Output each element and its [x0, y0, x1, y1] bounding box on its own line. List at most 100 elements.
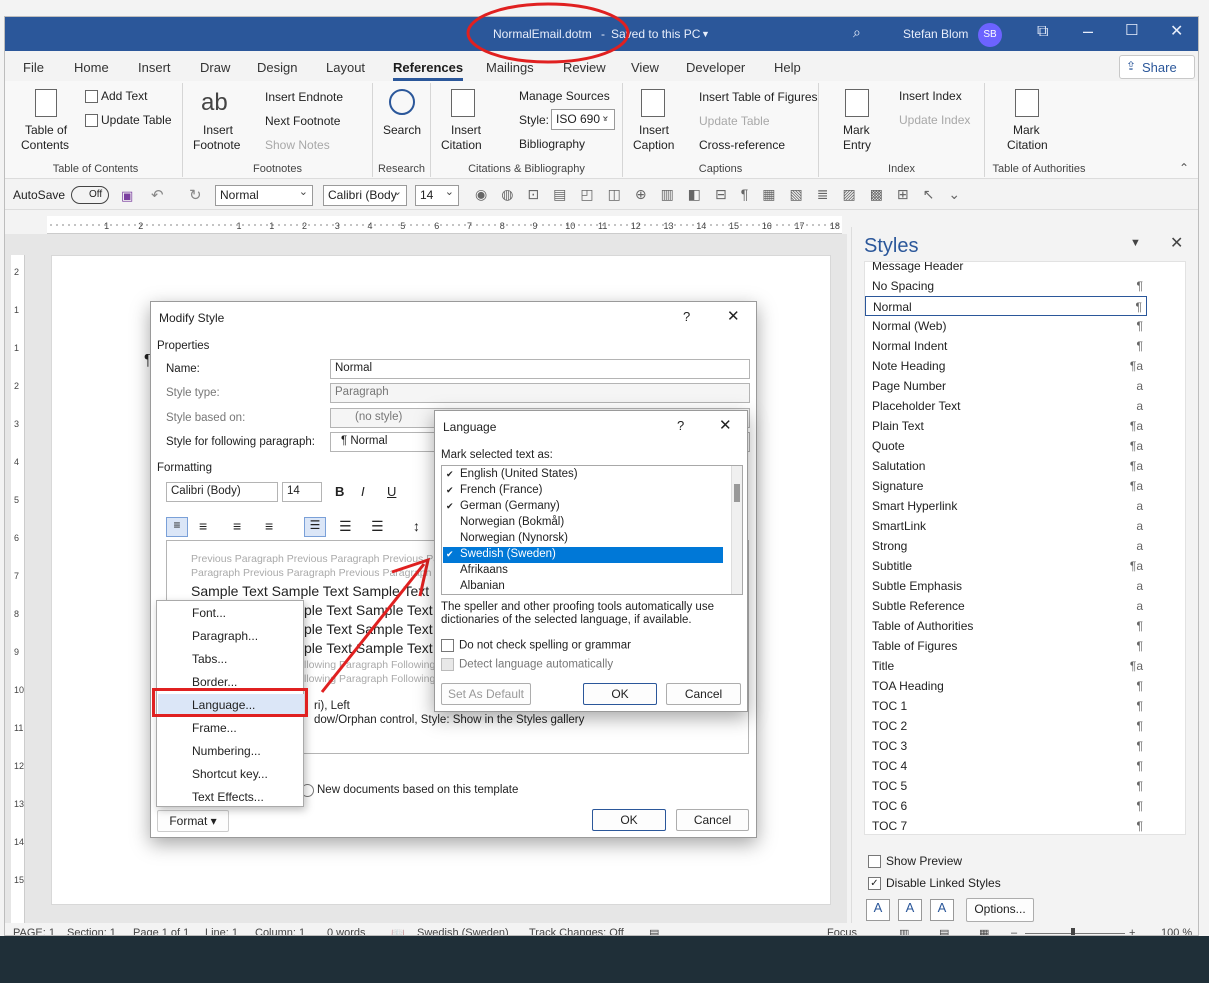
menu-item-shortcut-key[interactable]: Shortcut key...: [158, 763, 304, 786]
style-item[interactable]: Subtle Reference a: [865, 596, 1147, 616]
style-item[interactable]: Subtitle ¶a: [865, 556, 1147, 576]
language-item[interactable]: ✔ English (United States): [443, 467, 723, 483]
disable-linked-styles-checkbox[interactable]: ✓ Disable Linked Styles: [868, 876, 1001, 891]
status-words[interactable]: 0 words: [327, 927, 366, 935]
macro-icon[interactable]: ▤: [649, 927, 659, 935]
style-item[interactable]: TOC 4 ¶: [865, 756, 1147, 776]
zoom-in-icon[interactable]: +: [1129, 927, 1135, 935]
style-item[interactable]: TOC 7 ¶: [865, 816, 1147, 834]
italic-button[interactable]: I: [361, 484, 365, 499]
menu-item-tabs[interactable]: Tabs...: [158, 648, 304, 671]
qat-tools-icon[interactable]: ◉◍⊡▤◰◫⊕▥◧⊟¶▦▧≣▨▩⊞↖⌄: [475, 186, 974, 203]
style-item[interactable]: TOC 2 ¶: [865, 716, 1147, 736]
style-item[interactable]: TOC 5 ¶: [865, 776, 1147, 796]
language-item[interactable]: Norwegian (Nynorsk): [443, 531, 723, 547]
tab-developer[interactable]: Developer: [686, 60, 745, 75]
mark-entry-button[interactable]: Mark: [843, 123, 870, 137]
language-item[interactable]: Norwegian (Bokmål): [443, 515, 723, 531]
read-mode-icon[interactable]: ▥: [899, 927, 909, 935]
help-icon[interactable]: ?: [683, 309, 690, 324]
minimize-icon[interactable]: –: [1083, 21, 1093, 42]
tab-references[interactable]: References: [393, 60, 464, 81]
tab-help[interactable]: Help: [774, 60, 801, 75]
language-list[interactable]: ✔ English (United States) ✔ French (France)…: [441, 465, 743, 595]
insert-index-button[interactable]: Insert Index: [899, 89, 962, 103]
new-style-icon[interactable]: A: [866, 899, 890, 921]
insert-table-of-figures-button[interactable]: Insert Table of Figures: [699, 90, 818, 104]
tab-home[interactable]: Home: [74, 60, 109, 75]
autosave-toggle[interactable]: Off: [71, 186, 109, 204]
underline-button[interactable]: U: [387, 484, 396, 499]
web-layout-icon[interactable]: ▦: [979, 927, 989, 935]
status-track-changes[interactable]: Track Changes: Off: [529, 927, 624, 935]
format-menu-button[interactable]: Format ▾: [157, 810, 229, 832]
chevron-down-icon[interactable]: ▼: [701, 29, 710, 39]
language-item[interactable]: Albanian: [443, 579, 723, 594]
double-spacing-icon[interactable]: ☰: [371, 518, 384, 535]
update-index-button[interactable]: Update Index: [899, 113, 970, 127]
close-icon[interactable]: ✕: [1170, 21, 1183, 41]
bibliography-button[interactable]: Bibliography: [519, 137, 585, 151]
language-item[interactable]: ✔ German (Germany): [443, 499, 723, 515]
search-icon[interactable]: ⌕: [853, 24, 861, 41]
help-icon[interactable]: ?: [677, 418, 684, 433]
do-not-check-checkbox[interactable]: Do not check spelling or grammar: [441, 639, 631, 652]
search-button[interactable]: Search: [383, 123, 421, 137]
style-name-input[interactable]: Normal: [330, 359, 750, 379]
ribbon-options-icon[interactable]: ⧉: [1037, 23, 1048, 41]
style-item[interactable]: No Spacing ¶: [865, 276, 1147, 296]
language-item[interactable]: ✔ Swedish (Sweden): [443, 547, 723, 563]
status-line[interactable]: Line: 1: [205, 927, 238, 935]
style-inspector-icon[interactable]: A: [898, 899, 922, 921]
status-page[interactable]: PAGE: 1: [13, 927, 55, 935]
bold-button[interactable]: B: [335, 484, 344, 499]
next-footnote-button[interactable]: Next Footnote: [265, 114, 340, 128]
styles-list[interactable]: Message Header No Spacing ¶ Normal ¶ Normal (…: [864, 261, 1186, 835]
language-item[interactable]: Afrikaans: [443, 563, 723, 579]
close-pane-icon[interactable]: ✕: [1170, 233, 1183, 253]
language-list-scrollbar[interactable]: [731, 466, 742, 594]
tab-file[interactable]: File: [23, 60, 44, 75]
zoom-level[interactable]: 100 %: [1161, 927, 1192, 935]
status-language[interactable]: Swedish (Sweden): [417, 927, 509, 935]
share-button[interactable]: ⇪ Share: [1119, 55, 1195, 79]
add-text-button[interactable]: Add Text: [101, 89, 147, 103]
status-column[interactable]: Column: 1: [255, 927, 305, 935]
status-page-of[interactable]: Page 1 of 1: [133, 927, 189, 935]
style-item[interactable]: Message Header: [865, 262, 1147, 276]
undo-icon[interactable]: ↶: [151, 186, 164, 204]
style-item[interactable]: Quote ¶a: [865, 436, 1147, 456]
insert-endnote-button[interactable]: Insert Endnote: [265, 90, 343, 104]
table-of-contents-button[interactable]: Table of: [25, 123, 67, 137]
maximize-icon[interactable]: ☐: [1125, 21, 1138, 39]
language-cancel-button[interactable]: Cancel: [666, 683, 741, 705]
style-item[interactable]: Normal ¶: [865, 296, 1147, 316]
style-item[interactable]: Subtle Emphasis a: [865, 576, 1147, 596]
style-item[interactable]: TOA Heading ¶: [865, 676, 1147, 696]
align-center-icon[interactable]: ≡: [199, 518, 207, 534]
style-item[interactable]: Salutation ¶a: [865, 456, 1147, 476]
update-table-captions-button[interactable]: Update Table: [699, 114, 770, 128]
font-size-select[interactable]: 14: [282, 482, 322, 502]
style-item[interactable]: Table of Authorities ¶: [865, 616, 1147, 636]
close-icon[interactable]: ✕: [719, 416, 732, 434]
citation-style-select[interactable]: ISO 690 -: [551, 109, 615, 130]
focus-button[interactable]: Focus: [827, 927, 857, 935]
style-box[interactable]: Normal: [215, 185, 313, 206]
style-item[interactable]: Table of Figures ¶: [865, 636, 1147, 656]
style-item[interactable]: Placeholder Text a: [865, 396, 1147, 416]
single-spacing-icon[interactable]: ☰: [304, 517, 326, 537]
zoom-thumb[interactable]: [1071, 928, 1075, 935]
pane-options-icon[interactable]: ▼: [1130, 237, 1141, 249]
cross-reference-button[interactable]: Cross-reference: [699, 138, 785, 152]
zoom-slider[interactable]: [1025, 933, 1125, 934]
style-item[interactable]: Normal (Web) ¶: [865, 316, 1147, 336]
align-right-icon[interactable]: ≡: [233, 518, 241, 534]
menu-item-numbering[interactable]: Numbering...: [158, 740, 304, 763]
manage-sources-button[interactable]: Manage Sources: [519, 89, 610, 103]
show-notes-button[interactable]: Show Notes: [265, 138, 330, 152]
justify-icon[interactable]: ≡: [265, 518, 273, 534]
redo-icon[interactable]: ↻: [189, 186, 202, 204]
menu-item-font[interactable]: Font...: [158, 602, 304, 625]
language-item[interactable]: ✔ French (France): [443, 483, 723, 499]
